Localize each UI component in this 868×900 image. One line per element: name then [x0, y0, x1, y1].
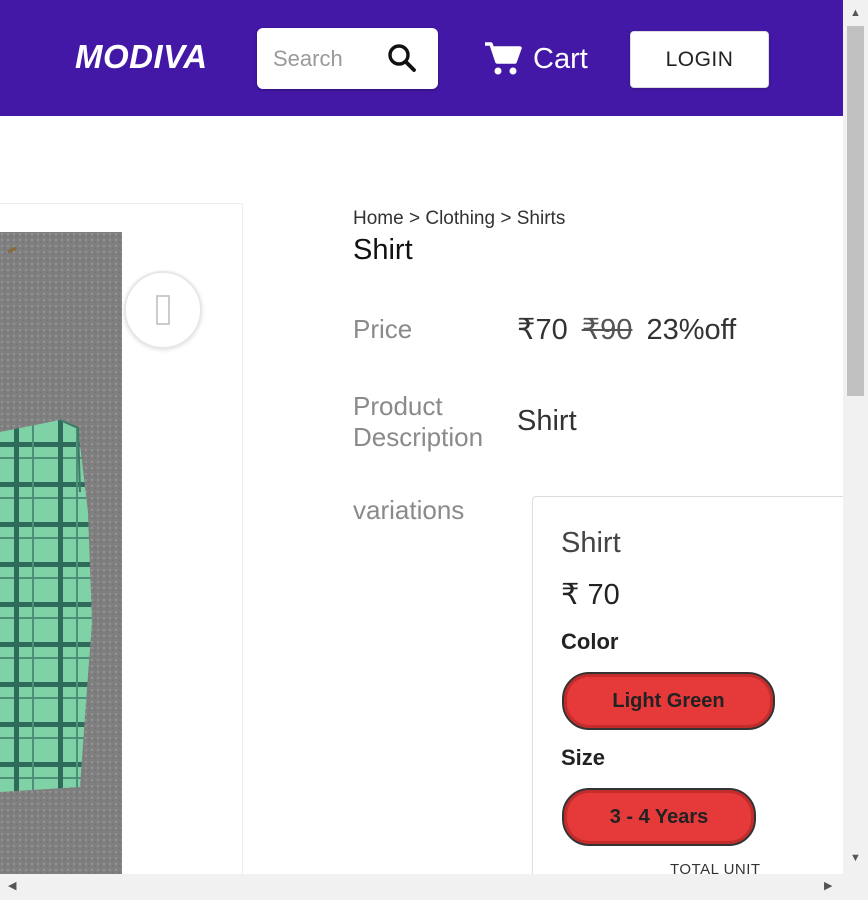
- product-photo: [0, 232, 122, 874]
- product-image[interactable]: [0, 232, 122, 874]
- brand-logo[interactable]: MODIVA: [75, 38, 208, 76]
- color-option-chip[interactable]: Light Green: [562, 672, 775, 730]
- heart-icon: [156, 295, 170, 325]
- variations-label: variations: [353, 495, 465, 525]
- cart-link[interactable]: Cart: [483, 40, 588, 78]
- scroll-up-icon[interactable]: ▲: [850, 8, 861, 19]
- description-label: Product Description: [353, 391, 483, 453]
- search-icon: [388, 44, 416, 72]
- scroll-down-icon[interactable]: ▼: [850, 853, 861, 864]
- search-box: [257, 28, 438, 89]
- wishlist-button[interactable]: [124, 271, 202, 349]
- variation-price: ₹ 70: [561, 579, 620, 611]
- size-option-chip[interactable]: 3 - 4 Years: [562, 788, 756, 846]
- breadcrumb: Home > Clothing > Shirts: [353, 208, 565, 230]
- cart-label: Cart: [533, 42, 588, 75]
- total-unit-label: TOTAL UNIT: [670, 861, 761, 874]
- horizontal-scrollbar[interactable]: ◀ ▶: [0, 874, 868, 900]
- scrollbar-corner: [843, 874, 868, 900]
- cart-icon: [485, 42, 522, 75]
- price-row: ₹70 ₹90 23%off: [517, 312, 736, 347]
- scroll-left-icon[interactable]: ◀: [8, 881, 16, 892]
- discount-text: 23%off: [646, 314, 737, 346]
- page-viewport: MODIVA Cart LOGIN: [0, 0, 843, 874]
- selling-price: ₹70: [517, 314, 568, 346]
- original-price: ₹90: [581, 314, 633, 346]
- vertical-scroll-thumb[interactable]: [847, 26, 864, 396]
- breadcrumb-category[interactable]: Clothing: [425, 208, 495, 229]
- price-label: Price: [353, 314, 413, 344]
- variation-name: Shirt: [561, 527, 621, 559]
- color-label: Color: [561, 629, 619, 654]
- breadcrumb-home[interactable]: Home: [353, 208, 404, 229]
- description-value: Shirt: [517, 405, 577, 437]
- search-button[interactable]: [382, 38, 422, 78]
- login-button[interactable]: LOGIN: [630, 31, 769, 88]
- breadcrumb-separator: >: [408, 208, 421, 229]
- top-navbar: MODIVA Cart LOGIN: [0, 0, 843, 116]
- breadcrumb-subcategory[interactable]: Shirts: [517, 208, 566, 229]
- description-label-line1: Product: [353, 391, 443, 421]
- vertical-scrollbar[interactable]: ▲ ▼: [843, 0, 868, 874]
- size-label: Size: [561, 745, 606, 770]
- product-title: Shirt: [353, 234, 413, 266]
- search-input[interactable]: [271, 40, 357, 78]
- description-label-line2: Description: [353, 422, 484, 452]
- variation-card: Shirt ₹ 70 Color Light Green Size 3 - 4 …: [532, 496, 843, 874]
- breadcrumb-separator: >: [500, 208, 512, 229]
- scroll-right-icon[interactable]: ▶: [824, 881, 832, 892]
